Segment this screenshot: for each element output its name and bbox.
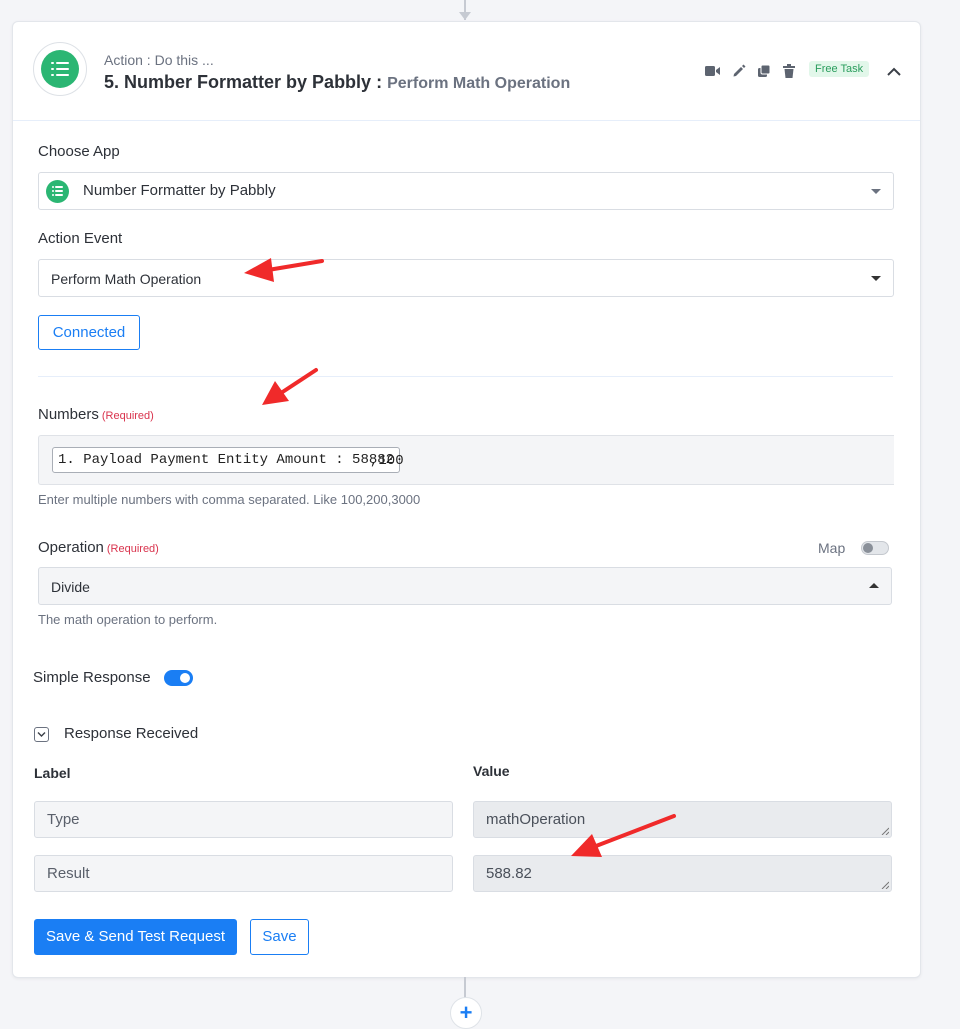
app-option-logo-icon (46, 180, 69, 203)
resize-handle-icon[interactable] (881, 881, 889, 889)
pencil-icon[interactable] (732, 64, 746, 78)
required-marker: (Required) (101, 410, 154, 422)
mapped-field-token[interactable]: 1. Payload Payment Entity Amount : 58882 (52, 447, 401, 473)
chevron-down-icon (37, 732, 46, 737)
response-value-result[interactable]: 588.82 (473, 855, 892, 892)
operation-label-text: Operation (38, 539, 104, 556)
step-header[interactable]: Action : Do this ... 5. Number Formatter… (13, 22, 920, 121)
response-collapse-toggle[interactable] (34, 727, 49, 742)
numbers-input-suffix: ,100 (370, 453, 404, 469)
value-column-header: Value (473, 763, 510, 779)
response-label-type: Type (34, 801, 453, 838)
response-value-text: mathOperation (486, 811, 586, 828)
toggle-knob (180, 673, 190, 683)
response-received-title: Response Received (64, 725, 199, 742)
flow-connector-bottom (464, 977, 466, 999)
operation-help-text: The math operation to perform. (38, 612, 218, 627)
caret-up-icon (869, 583, 879, 588)
choose-app-value: Number Formatter by Pabbly (83, 182, 276, 199)
action-event-value: Perform Math Operation (51, 271, 202, 287)
section-divider (38, 376, 893, 377)
action-event-label: Action Event (38, 230, 123, 247)
choose-app-select[interactable]: Number Formatter by Pabbly (38, 172, 894, 210)
map-label: Map (818, 540, 846, 556)
connected-button[interactable]: Connected (38, 315, 140, 350)
number-formatter-logo-icon (41, 50, 79, 88)
response-value-type[interactable]: mathOperation (473, 801, 892, 838)
add-step-plus-icon[interactable]: + (450, 997, 482, 1029)
free-task-badge: Free Task (809, 61, 870, 77)
operation-value: Divide (51, 579, 90, 595)
label-column-header: Label (34, 765, 71, 781)
operation-select[interactable]: Divide (38, 567, 892, 605)
action-event-select[interactable]: Perform Math Operation (38, 259, 894, 297)
step-subtitle: Action : Do this ... (104, 52, 214, 68)
simple-response-label: Simple Response (33, 669, 151, 686)
copy-icon[interactable] (757, 64, 771, 78)
save-button[interactable]: Save (250, 919, 309, 955)
numbers-help-text: Enter multiple numbers with comma separa… (38, 492, 421, 507)
flow-arrow-icon (459, 12, 471, 20)
map-toggle[interactable] (861, 541, 889, 555)
app-logo-ring (33, 42, 87, 96)
chevron-up-icon[interactable] (884, 62, 904, 82)
numbers-input[interactable]: 1. Payload Payment Entity Amount : 58882… (38, 435, 894, 485)
resize-handle-icon[interactable] (881, 827, 889, 835)
simple-response-toggle[interactable] (164, 670, 193, 686)
video-icon[interactable] (705, 64, 721, 78)
numbers-label-text: Numbers (38, 406, 99, 423)
save-send-test-button[interactable]: Save & Send Test Request (34, 919, 237, 955)
caret-down-icon (871, 276, 881, 281)
response-label-result: Result (34, 855, 453, 892)
choose-app-label: Choose App (38, 143, 120, 160)
toggle-knob (863, 543, 873, 553)
numbers-label: Numbers (Required) (38, 406, 154, 423)
operation-label: Operation (Required) (38, 539, 159, 556)
caret-down-icon (871, 189, 881, 194)
response-value-text: 588.82 (486, 865, 532, 882)
step-title-event: Perform Math Operation (387, 75, 571, 92)
step-title-app: 5. Number Formatter by Pabbly : (104, 72, 383, 92)
trash-icon[interactable] (783, 64, 795, 78)
step-title: 5. Number Formatter by Pabbly : Perform … (104, 72, 570, 93)
action-step-card: Action : Do this ... 5. Number Formatter… (12, 21, 921, 978)
required-marker: (Required) (106, 543, 159, 555)
